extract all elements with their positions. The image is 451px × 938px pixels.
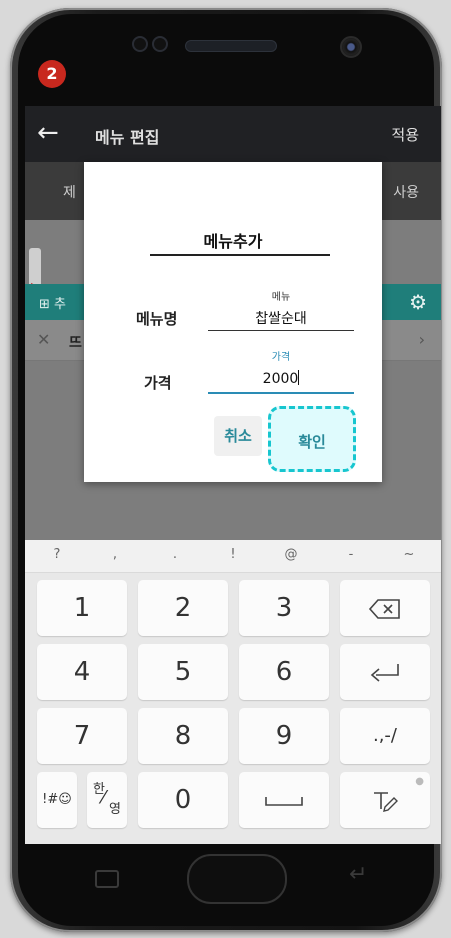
- menu-name-label: 메뉴명: [136, 310, 178, 328]
- menu-name-underline: [208, 330, 354, 331]
- symbol-key[interactable]: @: [271, 547, 311, 562]
- page-title: 메뉴 편집: [95, 128, 160, 147]
- symbol-key[interactable]: ,: [95, 547, 135, 562]
- symbol-key[interactable]: .: [155, 547, 195, 562]
- symbol-mode-key[interactable]: !#☺: [37, 772, 77, 828]
- lang-key-bottom: 영: [109, 802, 121, 817]
- enter-icon: [370, 663, 399, 682]
- sensor-dot: [152, 36, 168, 52]
- step-badge: 2: [38, 60, 66, 88]
- dialog-title: 메뉴추가: [203, 232, 263, 251]
- back-icon[interactable]: ↵: [349, 862, 367, 887]
- title-divider: [150, 254, 330, 256]
- chevron-right-icon: ›: [418, 330, 425, 349]
- gear-icon[interactable]: ⚙: [409, 290, 427, 314]
- apply-button[interactable]: 적용: [391, 124, 419, 145]
- recent-apps-icon[interactable]: [95, 870, 119, 888]
- key-8[interactable]: 8: [138, 708, 228, 764]
- language-toggle-key[interactable]: 한 ⁄ 영: [87, 772, 127, 828]
- lang-key-slash: ⁄: [102, 787, 106, 808]
- symbol-key[interactable]: !: [213, 547, 253, 562]
- tab-left[interactable]: 제: [63, 182, 76, 202]
- key-4[interactable]: 4: [37, 644, 127, 700]
- price-underline: [208, 392, 354, 394]
- key-2[interactable]: 2: [138, 580, 228, 636]
- backspace-icon: [368, 598, 400, 619]
- system-nav-bar: ↵: [25, 844, 441, 908]
- app-bar: ← 메뉴 편집 적용: [25, 106, 441, 162]
- menu-name-input[interactable]: 찹쌀순대: [208, 308, 354, 328]
- confirm-button[interactable]: 확인: [268, 406, 356, 472]
- space-icon: [265, 796, 303, 806]
- price-value: 2000: [262, 371, 299, 387]
- symbol-key[interactable]: -: [331, 547, 371, 562]
- key-1[interactable]: 1: [37, 580, 127, 636]
- enter-key[interactable]: [340, 644, 430, 700]
- price-float-label: 가격: [271, 352, 291, 363]
- symbol-key[interactable]: ?: [37, 547, 77, 562]
- handwriting-icon: [374, 791, 398, 812]
- text-cursor: [298, 370, 300, 385]
- speaker-grille: [185, 40, 277, 52]
- arrow-left-icon[interactable]: ←: [37, 120, 59, 146]
- screen: ← 메뉴 편집 적용 제 사용 ▸ ⊞ 추 ⚙ ✕ 뜨 › 메뉴추가 메뉴명 메…: [25, 106, 441, 844]
- key-5[interactable]: 5: [138, 644, 228, 700]
- key-6[interactable]: 6: [239, 644, 329, 700]
- add-menu-button[interactable]: ⊞ 추: [39, 293, 66, 312]
- list-item-label: 뜨: [69, 335, 82, 351]
- space-key[interactable]: [239, 772, 329, 828]
- mic-icon: ●: [415, 776, 424, 787]
- add-menu-dialog: 메뉴추가 메뉴명 메뉴 찹쌀순대 가격 가격 2000 취소 확인: [84, 162, 382, 482]
- price-label: 가격: [144, 374, 172, 392]
- symbol-key[interactable]: ~: [389, 547, 429, 562]
- cancel-button[interactable]: 취소: [214, 416, 262, 456]
- home-button[interactable]: [187, 854, 287, 904]
- close-icon[interactable]: ✕: [37, 330, 50, 349]
- symbol-row: ? , . ! @ - ~: [25, 540, 441, 573]
- price-input[interactable]: 2000: [208, 370, 354, 387]
- key-3[interactable]: 3: [239, 580, 329, 636]
- sensor-dot: [132, 36, 148, 52]
- menu-name-float-label: 메뉴: [271, 292, 291, 303]
- key-9[interactable]: 9: [239, 708, 329, 764]
- handwriting-key[interactable]: ●: [340, 772, 430, 828]
- numeric-keyboard: ? , . ! @ - ~ 1 2 3 4 5 6 7 8 9 .,-/ !#☺…: [25, 540, 441, 844]
- key-7[interactable]: 7: [37, 708, 127, 764]
- tab-right[interactable]: 사용: [393, 182, 419, 202]
- backspace-key[interactable]: [340, 580, 430, 636]
- front-camera: [340, 36, 362, 58]
- key-0[interactable]: 0: [138, 772, 228, 828]
